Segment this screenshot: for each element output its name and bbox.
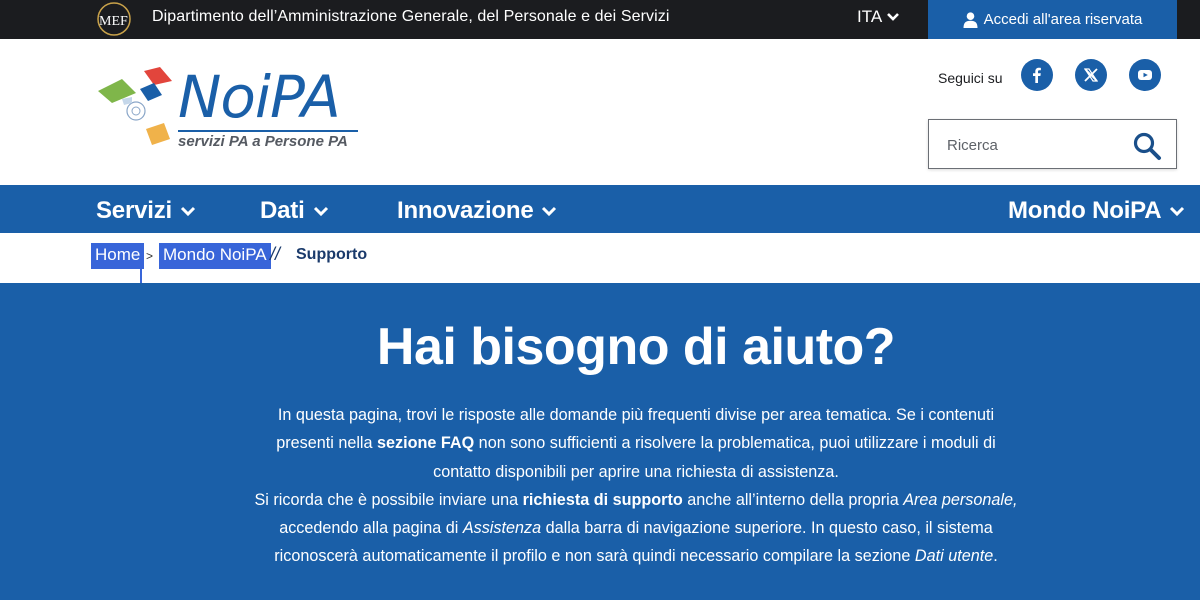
nav-item-servizi[interactable]: Servizi — [96, 197, 196, 225]
chevron-down-icon — [313, 206, 328, 217]
mef-logo[interactable]: MEF — [96, 2, 132, 36]
breadcrumb-divider: // — [270, 244, 281, 264]
nav-item-label: Servizi — [96, 197, 172, 224]
nav-item-label: Innovazione — [397, 197, 534, 224]
chevron-down-icon — [887, 13, 900, 21]
chevron-down-icon — [180, 206, 196, 217]
search-button[interactable] — [1132, 131, 1162, 161]
search-input[interactable] — [947, 134, 1117, 156]
main-nav: Servizi Dati Innovazione Mondo NoiPA — [0, 185, 1200, 233]
x-link[interactable] — [1075, 59, 1107, 91]
nav-item-dati[interactable]: Dati — [260, 197, 329, 225]
x-icon — [1083, 68, 1099, 82]
breadcrumb-mondo-noipa-link[interactable]: Mondo NoiPA — [159, 243, 271, 269]
hero-description: In questa pagina, trovi le risposte alle… — [250, 401, 1022, 571]
follow-label: Seguici su — [938, 70, 1003, 86]
faq-highlight: sezione FAQ — [377, 434, 475, 453]
login-label: Accedi all'area riservata — [983, 11, 1143, 28]
youtube-link[interactable] — [1129, 59, 1161, 91]
page-title: Hai bisogno di aiuto? — [376, 318, 896, 376]
login-button[interactable]: Accedi all'area riservata — [928, 0, 1177, 39]
site-header: NoiPA servizi PA a Persone PA Seguici su — [0, 39, 1200, 185]
intro-paragraph: In questa pagina, trovi le risposte alle… — [276, 406, 996, 481]
search-icon — [1133, 132, 1161, 160]
breadcrumb-home-link[interactable]: Home — [91, 243, 145, 283]
top-bar: MEF Dipartimento dell’Amministrazione Ge… — [0, 0, 1200, 39]
breadcrumb: Home > Mondo NoiPA // Supporto — [0, 233, 1200, 283]
department-title: Dipartimento dell’Amministrazione Genera… — [152, 8, 670, 25]
assistenza-text: Assistenza — [462, 519, 542, 538]
noipa-logo-mark — [98, 67, 172, 145]
language-label: ITA — [857, 7, 883, 26]
support-paragraph: Si ricorda che è possibile inviare una r… — [254, 490, 1018, 566]
nav-item-label: Dati — [260, 197, 305, 224]
hero-section: Hai bisogno di aiuto? In questa pagina, … — [0, 283, 1200, 600]
chevron-down-icon — [1170, 206, 1185, 217]
nav-item-innovazione[interactable]: Innovazione — [397, 197, 557, 225]
breadcrumb-current: Supporto — [296, 246, 368, 263]
noipa-tagline: servizi PA a Persone PA — [178, 133, 348, 150]
logo-divider — [178, 130, 358, 132]
language-selector[interactable]: ITA — [857, 7, 900, 27]
mef-logo-text: MEF — [99, 14, 128, 29]
noipa-logo[interactable]: NoiPA servizi PA a Persone PA — [96, 67, 366, 157]
breadcrumb-separator: > — [146, 249, 154, 263]
youtube-icon — [1138, 70, 1152, 80]
facebook-icon — [1033, 67, 1041, 83]
dati-utente-text: Dati utente — [914, 547, 994, 566]
nav-item-label: Mondo NoiPA — [1008, 197, 1162, 224]
support-request-highlight: richiesta di supporto — [522, 490, 683, 509]
facebook-link[interactable] — [1021, 59, 1053, 91]
area-personale-text: Area personale, — [903, 490, 1018, 509]
chevron-down-icon — [542, 206, 557, 217]
noipa-logo-text: NoiPA — [178, 63, 341, 131]
search-box — [928, 119, 1177, 169]
nav-item-mondo-noipa[interactable]: Mondo NoiPA — [1008, 197, 1185, 225]
user-icon — [963, 11, 978, 28]
